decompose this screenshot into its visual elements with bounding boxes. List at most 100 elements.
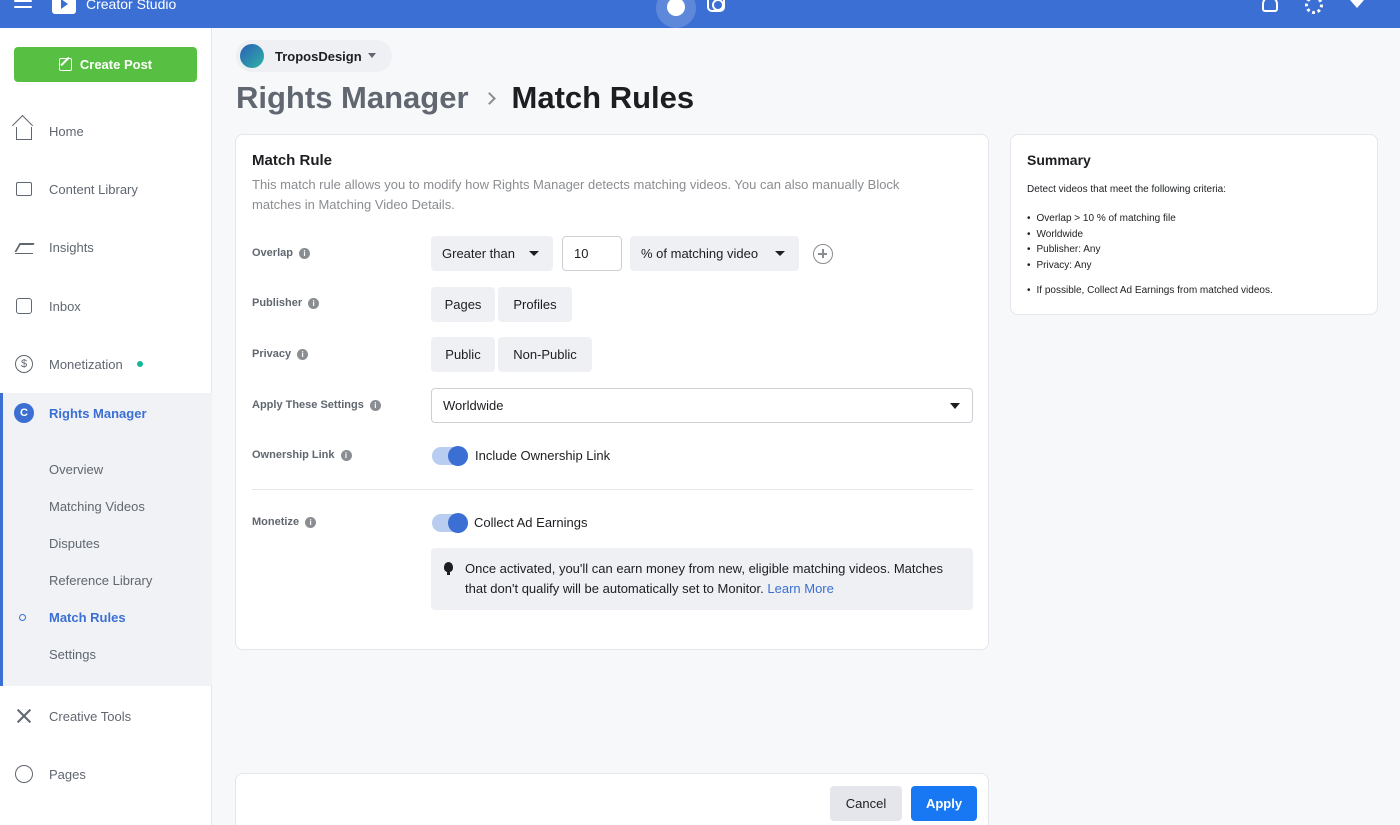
- overlap-label-text: Overlap: [252, 247, 293, 259]
- summary-title: Summary: [1027, 152, 1091, 168]
- match-rule-card: Match Rule This match rule allows you to…: [235, 134, 989, 650]
- page-name: TroposDesign: [275, 48, 362, 64]
- subnav-settings[interactable]: Settings: [49, 647, 96, 662]
- subnav-matching-videos[interactable]: Matching Videos: [49, 499, 145, 514]
- status-dot: [137, 361, 143, 367]
- summary-criteria-list: Overlap > 10 % of matching file Worldwid…: [1027, 211, 1176, 273]
- publisher-option-profiles[interactable]: Profiles: [498, 287, 572, 322]
- insights-icon: [14, 237, 34, 257]
- edit-icon: [58, 58, 72, 71]
- list-item: Worldwide: [1027, 227, 1176, 243]
- sidebar: Create Post Home Content Library Insight…: [0, 28, 212, 825]
- pages-icon: [14, 764, 34, 784]
- toggle-knob: [448, 513, 468, 533]
- learn-more-link[interactable]: Learn More: [767, 581, 833, 596]
- tools-icon: [14, 706, 34, 726]
- card-title: Match Rule: [252, 152, 333, 169]
- breadcrumb: Rights Manager Match Rules: [236, 78, 694, 118]
- ownership-link-toggle[interactable]: [432, 446, 468, 466]
- account-menu-caret-icon[interactable]: [1350, 0, 1364, 8]
- page-selector[interactable]: TroposDesign: [236, 40, 392, 72]
- info-icon[interactable]: i: [308, 297, 320, 309]
- list-item: Publisher: Any: [1027, 242, 1176, 258]
- privacy-label: Privacy i: [252, 348, 309, 360]
- sidebar-item-label: Monetization: [49, 356, 123, 372]
- overlap-unit-select[interactable]: % of matching video: [630, 236, 799, 271]
- sidebar-item-label: Pages: [49, 766, 86, 782]
- dollar-icon: $: [14, 354, 34, 374]
- sidebar-item-content-library[interactable]: Content Library: [0, 169, 212, 209]
- info-icon[interactable]: i: [298, 247, 310, 259]
- action-bar: Cancel Apply: [235, 773, 989, 825]
- apply-settings-label: Apply These Settings i: [252, 399, 381, 411]
- sidebar-item-pages[interactable]: Pages: [0, 754, 212, 794]
- list-item: Overlap > 10 % of matching file: [1027, 211, 1176, 227]
- sidebar-item-creative-tools[interactable]: Creative Tools: [0, 696, 212, 736]
- create-post-button[interactable]: Create Post: [14, 47, 197, 82]
- sidebar-item-rights-manager[interactable]: C Rights Manager: [3, 393, 212, 433]
- subnav-overview[interactable]: Overview: [49, 462, 103, 477]
- apply-button[interactable]: Apply: [911, 786, 977, 821]
- collect-ad-earnings-toggle[interactable]: [432, 513, 468, 533]
- lightbulb-icon: [444, 562, 453, 575]
- ownership-label-text: Ownership Link: [252, 449, 335, 461]
- active-bullet-icon: [19, 614, 26, 621]
- overlap-value-input[interactable]: [562, 236, 622, 271]
- publisher-option-pages[interactable]: Pages: [431, 287, 495, 322]
- privacy-option-public[interactable]: Public: [431, 337, 495, 372]
- monetize-label: Monetize i: [252, 516, 317, 528]
- app-title: Creator Studio: [86, 0, 177, 12]
- facebook-icon[interactable]: [656, 0, 696, 28]
- info-icon[interactable]: i: [340, 449, 352, 461]
- create-post-label: Create Post: [79, 57, 153, 72]
- creator-studio-logo-icon: [52, 0, 76, 14]
- privacy-option-non-public[interactable]: Non-Public: [498, 337, 592, 372]
- divider: [252, 489, 973, 490]
- subnav-disputes[interactable]: Disputes: [49, 536, 100, 551]
- monetize-label-text: Monetize: [252, 516, 300, 528]
- inbox-icon: [14, 296, 34, 316]
- hamburger-icon[interactable]: [14, 0, 32, 14]
- sidebar-item-home[interactable]: Home: [0, 111, 212, 151]
- chevron-down-icon: [950, 403, 960, 409]
- summary-panel: Summary Detect videos that meet the foll…: [1010, 134, 1378, 315]
- sidebar-item-label: Insights: [49, 239, 94, 255]
- apply-settings-label-text: Apply These Settings: [252, 399, 364, 411]
- notice-text: Once activated, you'll can earn money fr…: [465, 559, 965, 599]
- sidebar-item-label: Inbox: [49, 298, 81, 314]
- sidebar-item-inbox[interactable]: Inbox: [0, 286, 212, 326]
- breadcrumb-parent[interactable]: Rights Manager: [236, 80, 469, 116]
- sidebar-item-label: Content Library: [49, 181, 138, 197]
- instagram-icon[interactable]: [707, 0, 725, 12]
- region-select[interactable]: Worldwide: [431, 388, 973, 423]
- overlap-comparator-select[interactable]: Greater than: [431, 236, 553, 271]
- home-icon: [14, 121, 34, 141]
- subnav-match-rules[interactable]: Match Rules: [49, 610, 126, 625]
- info-icon[interactable]: i: [369, 399, 381, 411]
- info-icon[interactable]: i: [305, 516, 317, 528]
- cancel-button[interactable]: Cancel: [830, 786, 902, 821]
- add-condition-icon[interactable]: [813, 244, 833, 264]
- ownership-toggle-label: Include Ownership Link: [475, 448, 611, 463]
- chevron-down-icon: [775, 251, 785, 256]
- sidebar-item-label: Rights Manager: [49, 405, 147, 421]
- gear-icon[interactable]: [1305, 0, 1323, 14]
- sidebar-item-monetization[interactable]: $ Monetization: [0, 344, 212, 384]
- overlap-label: Overlap i: [252, 247, 310, 259]
- summary-intro: Detect videos that meet the following cr…: [1027, 184, 1226, 195]
- avatar: [240, 44, 264, 68]
- ownership-link-label: Ownership Link i: [252, 449, 352, 461]
- bell-icon[interactable]: [1262, 0, 1278, 12]
- monetize-toggle-label: Collect Ad Earnings: [474, 515, 588, 530]
- sidebar-item-insights[interactable]: Insights: [0, 227, 212, 267]
- info-icon[interactable]: i: [297, 348, 309, 360]
- page-title: Match Rules: [511, 80, 695, 115]
- chevron-down-icon: [368, 53, 376, 58]
- sidebar-item-label: Creative Tools: [49, 708, 132, 724]
- top-bar: Creator Studio: [0, 0, 1400, 28]
- list-item: Privacy: Any: [1027, 258, 1176, 274]
- subnav-reference-library[interactable]: Reference Library: [49, 573, 152, 588]
- region-value: Worldwide: [443, 398, 504, 413]
- comparator-value: Greater than: [442, 246, 515, 261]
- library-icon: [14, 179, 34, 199]
